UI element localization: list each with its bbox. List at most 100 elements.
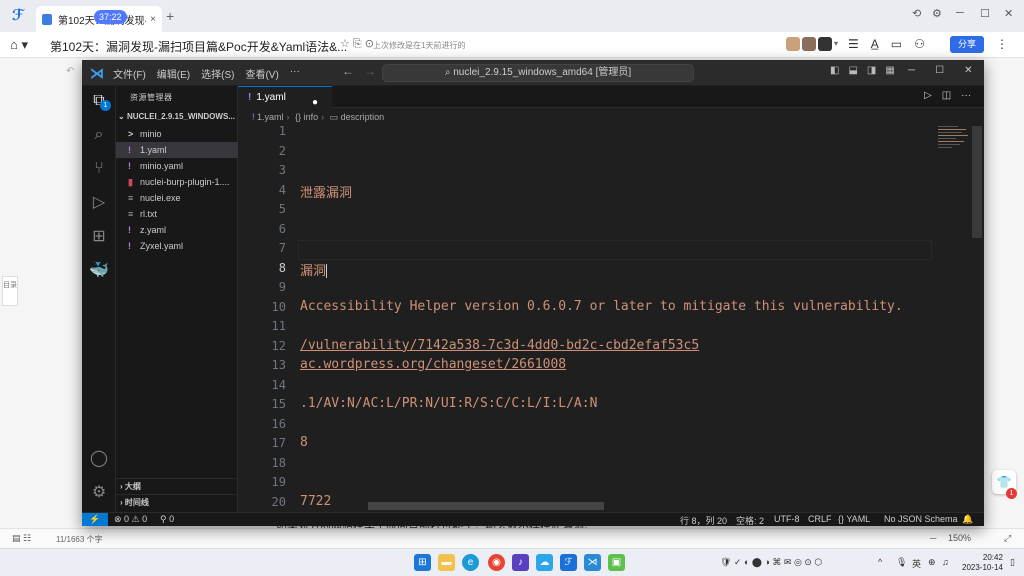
tray-icons[interactable]: 🛡 ✓ ◐ ⬤ ◑ ⌘ ✉ ◎ ⊙ ⬡ — [720, 557, 822, 568]
ports-indicator[interactable]: ⚲ 0 — [160, 514, 174, 525]
outline-toggle[interactable]: 目录 — [2, 276, 18, 306]
code-line[interactable]: 8 — [300, 435, 308, 450]
unsaved-dot-icon[interactable]: ● — [312, 92, 318, 113]
code-link[interactable]: /vulnerability/7142a538-7c3d-4dd0-bd2c-c… — [300, 338, 699, 353]
home-icon[interactable]: ⌂ ▾ — [10, 37, 28, 53]
zoom-out-icon[interactable]: ─ — [930, 533, 936, 543]
breadcrumb-description[interactable]: description — [341, 112, 385, 122]
json-schema[interactable]: No JSON Schema — [884, 514, 958, 524]
forward-arrow-icon[interactable]: → — [364, 64, 376, 78]
split-editor-icon[interactable]: ◫ — [942, 90, 951, 101]
breadcrumb-info[interactable]: info — [304, 112, 319, 122]
menu-icon[interactable]: ☰ — [848, 37, 859, 51]
media-icon[interactable]: ♪ — [512, 554, 529, 571]
app-logo-icon[interactable]: ℱ — [12, 8, 28, 24]
cursor-position[interactable]: 行 8，列 20 — [680, 514, 727, 526]
end-of-line[interactable]: CRLF — [808, 514, 832, 524]
language-mode[interactable]: {} YAML — [838, 514, 870, 524]
settings-icon[interactable]: ⚙ — [932, 7, 942, 20]
minimap[interactable] — [938, 126, 970, 166]
explorer-item-z-yaml[interactable]: ! z.yaml — [116, 222, 238, 238]
maximize-button[interactable]: ☐ — [980, 7, 990, 20]
encoding[interactable]: UTF-8 — [774, 514, 800, 524]
vertical-scrollbar[interactable] — [972, 126, 982, 238]
command-center[interactable]: ⌕ nuclei_2.9.15_windows_amd64 [管理员] — [382, 64, 694, 82]
system-clock[interactable]: 20:42 2023-10-14 — [962, 553, 1003, 573]
code-line[interactable]: 漏洞 — [300, 260, 328, 279]
minimize-button[interactable]: ─ — [908, 65, 915, 76]
chrome-icon[interactable]: ◉ — [488, 554, 505, 571]
account-icon[interactable]: ◯ — [88, 448, 110, 470]
menu-file[interactable]: 文件(F) — [113, 66, 146, 81]
breadcrumb-file[interactable]: 1.yaml — [257, 112, 284, 122]
undo-icon[interactable]: ↶ — [66, 66, 74, 77]
toggle-panel-icon[interactable]: ⬓ — [848, 65, 857, 76]
refresh-icon[interactable]: ⟲ — [912, 7, 921, 20]
ime-indicator[interactable]: 英 — [912, 557, 921, 570]
run-debug-icon[interactable]: ▷ — [88, 192, 110, 214]
add-user-icon[interactable]: ⚇ — [914, 37, 925, 51]
collaborator-avatars[interactable]: ▾ — [786, 37, 842, 51]
manage-gear-icon[interactable]: ⚙ — [88, 482, 110, 504]
microphone-icon[interactable]: 🎙 — [896, 557, 907, 568]
maximize-button[interactable]: ☐ — [935, 65, 944, 76]
explorer-item-minio[interactable]: > minio — [116, 126, 238, 142]
timeline-section[interactable]: › 时间线 — [116, 494, 238, 510]
avatar[interactable] — [818, 37, 832, 51]
explorer-item-nuclei-exe[interactable]: ≡ nuclei.exe — [116, 190, 238, 206]
chevron-down-icon[interactable]: ▾ — [834, 37, 842, 51]
extensions-icon[interactable]: ⊞ — [88, 226, 110, 248]
volume-icon[interactable]: ♫ — [942, 557, 949, 567]
document-title[interactable]: 第102天：漏洞发现-漏扫项目篇&Poc开发&Yaml语法&... — [50, 38, 347, 55]
fullscreen-icon[interactable]: ⤢ — [1004, 533, 1011, 544]
remote-indicator-icon[interactable]: ⚡ — [82, 513, 108, 526]
present-icon[interactable]: ▭ — [891, 37, 902, 51]
toggle-secondary-sidebar-icon[interactable]: ◨ — [867, 65, 876, 76]
menu-selection[interactable]: 选择(S) — [201, 66, 234, 81]
word-count[interactable]: 11/1663 个字 — [56, 534, 103, 545]
code-link[interactable]: ac.wordpress.org/changeset/2661008 — [300, 357, 566, 372]
network-icon[interactable]: ⊕ — [928, 557, 936, 568]
back-arrow-icon[interactable]: ← — [342, 64, 354, 78]
search-icon[interactable]: ⌕ — [88, 124, 110, 146]
notifications-bell-icon[interactable]: 🔔 — [962, 514, 973, 525]
avatar[interactable] — [786, 37, 800, 51]
close-window-button[interactable]: ✕ — [1004, 7, 1013, 20]
more-actions-icon[interactable]: ··· — [961, 90, 971, 101]
docker-icon[interactable]: 🐳 — [88, 260, 110, 282]
minimize-button[interactable]: ─ — [956, 7, 964, 19]
explorer-item-1-yaml[interactable]: ! 1.yaml — [116, 142, 238, 158]
vscode-taskbar-icon[interactable]: ⋊ — [584, 554, 601, 571]
menu-edit[interactable]: 编辑(E) — [157, 66, 190, 81]
source-control-icon[interactable]: ⑂ — [88, 158, 110, 180]
more-icon[interactable]: ⋮ — [996, 37, 1008, 51]
font-icon[interactable]: A̲ — [871, 37, 879, 51]
workspace-root[interactable]: ⌄ NUCLEI_2.9.15_WINDOWS... — [118, 112, 235, 121]
notification-center-icon[interactable]: ▯ — [1010, 557, 1015, 568]
browser-tab[interactable]: 第102天：漏洞发现-漏扫项目... 37:22 × — [36, 6, 162, 32]
close-button[interactable]: ✕ — [964, 65, 972, 76]
start-icon[interactable]: ⊞ — [414, 554, 431, 571]
code-line[interactable]: 7722 — [300, 494, 331, 509]
code-line[interactable]: 泄露漏洞 — [300, 182, 352, 201]
tab-close-icon[interactable]: × — [150, 14, 156, 25]
file-explorer-icon[interactable]: ▬ — [438, 554, 455, 571]
tray-chevron-icon[interactable]: ^ — [878, 557, 882, 567]
menu-view[interactable]: 查看(V) — [245, 66, 278, 81]
terminal-app-icon[interactable]: ▣ — [608, 554, 625, 571]
editor-tab-1-yaml[interactable]: ! 1.yaml ● — [238, 86, 332, 108]
outline-icon[interactable]: ▤ ☷ — [12, 533, 31, 544]
outline-section[interactable]: › 大纲 — [116, 478, 238, 494]
cloud-app-icon[interactable]: ☁ — [536, 554, 553, 571]
edge-icon[interactable]: e — [462, 554, 479, 571]
explorer-item-burp-plugin[interactable]: ▮ nuclei-burp-plugin-1.... — [116, 174, 238, 190]
problems-indicator[interactable]: ⊗ 0 ⚠ 0 — [114, 514, 147, 525]
code-line[interactable]: .1/AV:N/AC:L/PR:N/UI:R/S:C/C:L/I:L/A:N — [300, 396, 597, 411]
new-tab-button[interactable]: + — [166, 8, 174, 24]
horizontal-scrollbar[interactable] — [368, 502, 604, 510]
explorer-item-zyxel-yaml[interactable]: ! Zyxel.yaml — [116, 238, 238, 254]
customize-layout-icon[interactable]: ▦ — [885, 65, 894, 76]
menu-more[interactable]: ··· — [290, 66, 300, 81]
star-icon[interactable]: ☆ ⎘ ⊙ — [340, 37, 374, 51]
docs-app-icon[interactable]: ℱ — [560, 554, 577, 571]
